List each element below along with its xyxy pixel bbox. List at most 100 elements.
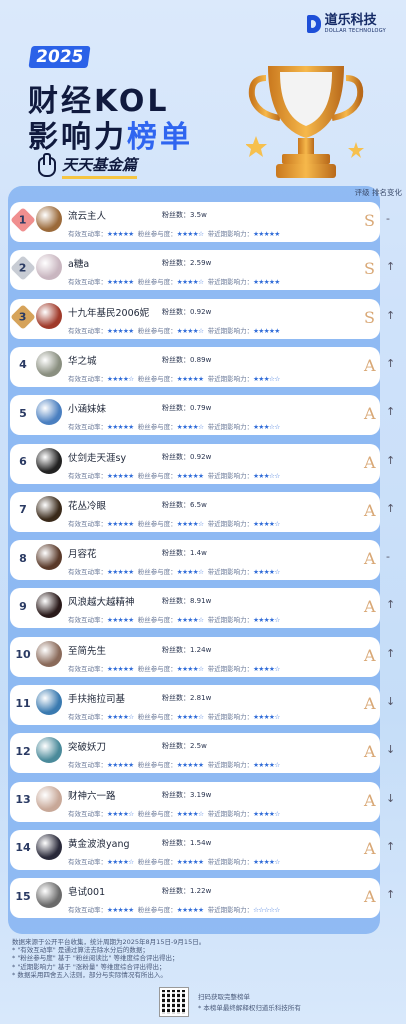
brand-logo: 道乐科技 DOLLAR TECHNOLOGY — [306, 13, 386, 34]
subtitle: 天天基金篇 — [38, 152, 138, 179]
grade-badge: A — [364, 790, 376, 810]
rank-number: 14 — [15, 841, 31, 855]
influence-stars: ★★★☆☆ — [253, 374, 280, 383]
grade-badge: A — [364, 404, 376, 424]
rank-number: 6 — [19, 455, 27, 468]
interaction-stars: ★★★★★ — [107, 423, 134, 432]
rank-number: 5 — [19, 406, 27, 420]
rank-change-icon: - — [386, 550, 390, 564]
kol-name: 手扶拖拉司基 — [68, 694, 126, 705]
rank-number: 3 — [10, 303, 36, 330]
metrics: 有效互动率：★★★★☆ 粉丝参与度：★★★★★ 带近期影响力：★★★☆☆ — [68, 374, 280, 383]
fans-count: 粉丝数：2.5w — [162, 742, 207, 751]
participation-stars: ★★★★☆ — [176, 278, 204, 287]
rank-change-icon: ↓ — [386, 695, 396, 708]
metrics: 有效互动率：★★★★★ 粉丝参与度：★★★★☆ 带近期影响力：★★★★☆ — [68, 616, 280, 625]
qr-label: 扫码获取完整榜单 — [198, 993, 250, 1001]
avatar — [36, 737, 62, 764]
ranking-row[interactable]: 14 黄金波浪yang 粉丝数：1.54w 有效互动率：★★★★☆ 粉丝参与度：… — [10, 829, 395, 870]
fans-count: 粉丝数：1.22w — [162, 887, 212, 896]
ranking-row[interactable]: 6 仗剑走天涯sy 粉丝数：0.92w 有效互动率：★★★★★ 粉丝参与度：★★… — [10, 443, 395, 484]
avatar — [36, 350, 62, 377]
ranking-row[interactable]: 12 突破妖刀 粉丝数：2.5w 有效互动率：★★★★★ 粉丝参与度：★★★★★… — [10, 733, 395, 774]
rank-change-icon: ↑ — [386, 453, 396, 467]
note-line: * "近期影响力" 基于 "涨粉量" 等维度综合评出得出； — [12, 962, 166, 971]
metrics: 有效互动率：★★★★★ 粉丝参与度：★★★★☆ 带近期影响力：★★★★☆ — [68, 568, 280, 577]
data-notes: 数据来源于公开平台收集，统计周期为2025年8月15日-9月15日。 * "有效… — [12, 938, 205, 979]
ranking-row[interactable]: 3 十九年基民2006妮 粉丝数：0.92w 有效互动率：★★★★★ 粉丝参与度… — [10, 298, 395, 339]
kol-name: 突破妖刀 — [68, 742, 107, 754]
interaction-stars: ★★★★★ — [107, 761, 134, 770]
influence-stars: ★★★★☆ — [253, 713, 280, 721]
grade-badge: S — [364, 307, 375, 327]
rank-number: 2 — [10, 255, 36, 282]
ranking-row[interactable]: 4 华之城 粉丝数：0.89w 有效互动率：★★★★☆ 粉丝参与度：★★★★★ … — [10, 346, 395, 387]
qr-code[interactable] — [159, 987, 189, 1017]
interaction-stars: ★★★★★ — [107, 519, 134, 528]
rank-change-icon: ↓ — [386, 743, 396, 757]
ranking-row[interactable]: 5 小涵妹妹 粉丝数：0.79w 有效互动率：★★★★★ 粉丝参与度：★★★★☆… — [10, 395, 395, 436]
year-badge: 2025 — [28, 46, 91, 68]
rank-number: 1 — [10, 207, 36, 233]
ranking-row[interactable]: 13 财神六一路 粉丝数：3.19w 有效互动率：★★★★☆ 粉丝参与度：★★★… — [10, 781, 395, 822]
influence-stars: ★★★★☆ — [253, 616, 280, 625]
participation-stars: ★★★★★ — [176, 471, 204, 480]
fans-count: 粉丝数：0.79w — [162, 404, 212, 413]
rank-number: 4 — [19, 358, 27, 372]
ranking-row[interactable]: 8 月容花 粉丝数：1.4w 有效互动率：★★★★★ 粉丝参与度：★★★★☆ 带… — [10, 540, 390, 581]
interaction-stars: ★★★★★ — [107, 616, 134, 625]
grade-badge: A — [364, 694, 376, 713]
metrics: 有效互动率：★★★★★ 粉丝参与度：★★★★☆ 带近期影响力：★★★★☆ — [68, 664, 280, 673]
ranking-row[interactable]: 10 至简先生 粉丝数：1.24w 有效互动率：★★★★★ 粉丝参与度：★★★★… — [10, 636, 395, 677]
interaction-stars: ★★★★★ — [107, 906, 134, 915]
avatar — [36, 689, 62, 715]
kol-name: 流云主人 — [68, 211, 107, 222]
participation-stars: ★★★★☆ — [176, 423, 204, 432]
ranking-row[interactable]: 11 手扶拖拉司基 粉丝数：2.81w 有效互动率：★★★★☆ 粉丝参与度：★★… — [10, 685, 395, 725]
footer-text: 扫码获取完整榜单 * 本榜单最终解释权归道乐科技所有 — [198, 992, 301, 1014]
rank-change-icon: ↑ — [386, 888, 396, 902]
metrics: 有效互动率：★★★★★ 粉丝参与度：★★★★★ 带近期影响力：★★★★☆ — [68, 761, 280, 770]
note-line: * "粉丝参与度" 基于 "粉丝阅读比" 等维度综合评出得出； — [12, 954, 179, 963]
title-part-a: 影响力 — [28, 120, 127, 155]
metrics: 有效互动率：★★★★★ 粉丝参与度：★★★★★ 带近期影响力：★★★☆☆ — [68, 471, 280, 480]
participation-stars: ★★★★☆ — [176, 664, 204, 673]
fans-count: 粉丝数：3.19w — [162, 790, 212, 799]
ranking-row[interactable]: 9 风浪越大越精神 粉丝数：8.91w 有效互动率：★★★★★ 粉丝参与度：★★… — [10, 588, 395, 629]
participation-stars: ★★★★☆ — [176, 616, 204, 625]
rank-number: 8 — [19, 551, 27, 565]
influence-stars: ★★★★☆ — [253, 519, 280, 528]
ranking-row[interactable]: 7 花丛冷眼 粉丝数：6.5w 有效互动率：★★★★★ 粉丝参与度：★★★★☆ … — [10, 491, 395, 532]
metrics: 有效互动率：★★★★★ 粉丝参与度：★★★★☆ 带近期影响力：★★★★☆ — [68, 519, 280, 528]
fans-count: 粉丝数：1.24w — [162, 645, 212, 654]
brand-name: 道乐科技 — [324, 13, 377, 28]
rank-change-icon: ↑ — [386, 839, 396, 853]
grade-badge: A — [364, 500, 376, 520]
rank-change-icon: ↑ — [386, 260, 396, 274]
ranking-row[interactable]: 15 皂试001 粉丝数：1.22w 有效互动率：★★★★★ 粉丝参与度：★★★… — [10, 878, 395, 919]
ranking-row[interactable]: 1 流云主人 粉丝数：3.5w 有效互动率：★★★★★ 粉丝参与度：★★★★☆ … — [10, 202, 390, 242]
grade-badge: A — [364, 452, 376, 472]
metrics: 有效互动率：★★★★☆ 粉丝参与度：★★★★★ 带近期影响力：★★★★☆ — [68, 857, 280, 866]
ranking-row[interactable]: 2 a糖a 粉丝数：2.59w 有效互动率：★★★★★ 粉丝参与度：★★★★☆ … — [10, 250, 395, 291]
fans-count: 粉丝数：0.89w — [162, 355, 212, 364]
avatar — [36, 206, 62, 232]
interaction-stars: ★★★★☆ — [107, 809, 134, 818]
kol-name: 十九年基民2006妮 — [68, 307, 150, 319]
avatar — [36, 833, 62, 860]
rank-change-icon: ↑ — [386, 405, 396, 419]
rank-change-icon: ↑ — [386, 356, 396, 370]
participation-stars: ★★★★☆ — [176, 326, 204, 335]
note-line: * 数据采用四舍五入法则，部分与实际情况有所出入。 — [12, 970, 167, 979]
rank-change-icon: ↓ — [386, 791, 396, 805]
grade-badge: A — [364, 887, 376, 907]
fans-count: 粉丝数：2.59w — [162, 259, 212, 268]
kol-name: 黄金波浪yang — [68, 838, 130, 850]
fans-count: 粉丝数：1.54w — [162, 838, 212, 847]
note-line: 数据来源于公开平台收集，统计周期为2025年8月15日-9月15日。 — [12, 938, 206, 946]
table-header: 评级 排名变化 — [354, 188, 402, 197]
fans-count: 粉丝数：6.5w — [162, 500, 207, 509]
influence-stars: ★★★★★ — [253, 326, 280, 335]
title-part-b: 榜单 — [127, 120, 193, 155]
grade-badge: A — [364, 645, 376, 665]
